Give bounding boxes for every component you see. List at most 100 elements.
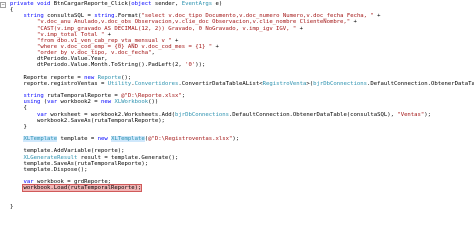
code-token: }: [23, 123, 27, 130]
code-token: bjrDbConnections: [175, 111, 229, 118]
code-token: workbook.Load(rutaTemporalReporte);: [23, 185, 142, 192]
code-token: '0': [185, 62, 196, 69]
code-token: workbook2.SaveAs(rutaTemporalReporte);: [36, 117, 165, 124]
code-token: +: [296, 25, 304, 32]
code-token: .DefaultConnection.ObtenerDataTable(cons…: [228, 111, 398, 118]
code-token: var: [36, 111, 48, 118]
code-line[interactable]: reporte.registroVentas = Utility .Convert…: [10, 81, 474, 87]
code-token: "where v.doc_cod_emp = {0} AND v.doc_cod…: [36, 43, 213, 50]
code-token: "v.imp_total Total ": [36, 31, 105, 38]
code-token: XLTemplate: [23, 136, 58, 143]
code-token: XLWorkbook: [114, 99, 149, 106]
minus-box-icon[interactable]: −: [0, 2, 6, 8]
code-token: Reporte reporte =: [23, 74, 85, 81]
code-token: result = template.Generate();: [77, 154, 179, 161]
code-token: +: [104, 31, 112, 38]
code-token: +: [212, 43, 219, 50]
code-token: using: [23, 99, 41, 106]
error-highlight[interactable]: workbook.Load(rutaTemporalReporte);: [22, 184, 143, 193]
code-token: RegistroVenta: [262, 80, 307, 87]
code-token: e): [212, 1, 223, 7]
code-token: BtnCargarReporte_Click(: [53, 1, 132, 7]
code-token: ));: [195, 62, 206, 69]
code-token: XLTemplate: [111, 136, 145, 143]
code-token: reporte.registroVentas =: [23, 80, 108, 87]
code-token: .Format(: [114, 13, 142, 20]
code-token: Reporte: [97, 74, 122, 81]
code-token: sender,: [151, 1, 182, 7]
code-token: worksheet = workbook2.Worksheets.Add(: [47, 111, 176, 118]
code-token: Utility: [107, 80, 132, 87]
code-token: EventArgs: [181, 1, 213, 7]
code-token: }: [10, 203, 14, 210]
code-token: "Ventas": [397, 111, 425, 118]
code-token: );: [232, 136, 240, 143]
code-token: +: [373, 13, 381, 20]
code-editor[interactable]: − private void BtnCargarReporte_Click(ob…: [0, 0, 474, 248]
code-token: new: [84, 74, 95, 81]
editor-gutter: −: [0, 0, 8, 248]
code-token: {: [23, 105, 27, 112]
code-token: var: [47, 99, 58, 106]
code-token: workbook2 =: [57, 99, 101, 106]
code-token: ;: [181, 93, 186, 100]
code-token: "order by v.doc_tipo, v.doc_fecha": [36, 50, 152, 57]
code-token: .DefaultConnection.ObtenerDataTable(cons…: [367, 80, 474, 87]
code-token: ,: [151, 50, 155, 57]
code-area[interactable]: private void BtnCargarReporte_Click(obje…: [10, 1, 474, 210]
code-token: @"D:\Registroventas.xlsx": [148, 136, 233, 143]
code-token: private void: [10, 1, 54, 7]
code-token: +: [350, 19, 357, 26]
code-token: consultaSQL =: [43, 13, 95, 20]
code-token: new: [100, 99, 112, 106]
code-token: string: [23, 93, 44, 100]
code-token: "from dbo.v1_ven_cab_rep_vta_mensual v ": [36, 37, 172, 44]
code-token: ()): [148, 99, 159, 106]
code-token: template.AddVariable(reporte);: [23, 148, 125, 155]
code-token: rutaTemporalReporte =: [43, 93, 122, 100]
code-token: .ConvertirDataTableAList<: [178, 80, 263, 87]
code-token: bjrDbConnections: [313, 80, 368, 87]
code-token: string: [23, 13, 44, 20]
code-line[interactable]: }: [10, 204, 474, 210]
code-token: ();: [121, 74, 132, 81]
code-token: string: [94, 13, 115, 20]
code-token: "v.doc_anu Anulado,v.doc_obs Observacion…: [36, 19, 351, 26]
code-token: template =: [57, 136, 98, 143]
code-token: "select v.doc_tipo Documento,v.doc_numer…: [141, 13, 374, 20]
code-token: @"D:\Reporte.xlsx": [121, 93, 182, 100]
code-token: new: [97, 136, 108, 143]
code-token: dtPeriodo.Value.Month.ToString().PadLeft…: [36, 62, 186, 69]
code-token: object: [131, 1, 152, 7]
code-token: "CAST(v.imp_gravado AS DECIMAL(12, 2)) G…: [36, 25, 297, 32]
code-token: dtPeriodo.Value.Year,: [36, 56, 108, 63]
